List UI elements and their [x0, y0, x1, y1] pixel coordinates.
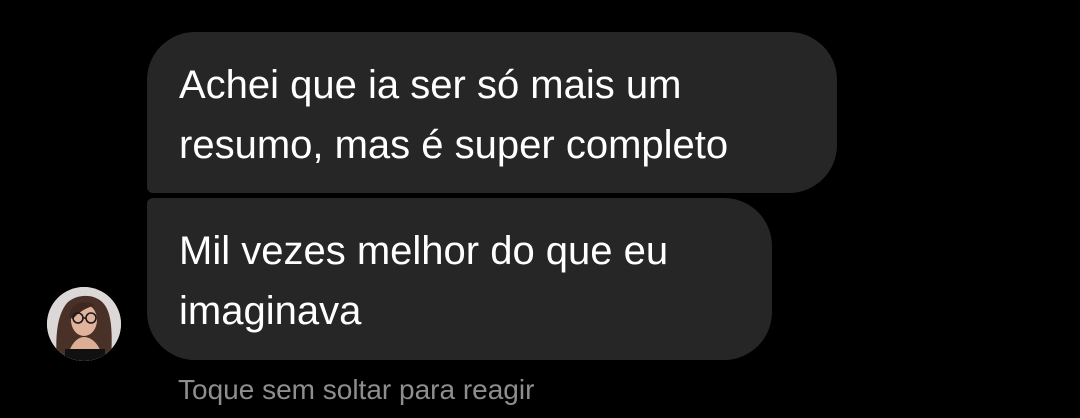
- profile-photo-icon: [47, 287, 121, 361]
- message-bubble[interactable]: Achei que ia ser só mais um resumo, mas …: [147, 32, 837, 193]
- react-hint: Toque sem soltar para reagir: [178, 374, 535, 405]
- message-thread: Achei que ia ser só mais um resumo, mas …: [0, 0, 1080, 418]
- sender-avatar[interactable]: [47, 287, 121, 361]
- message-bubble[interactable]: Mil vezes melhor do que eu imaginava: [147, 198, 772, 360]
